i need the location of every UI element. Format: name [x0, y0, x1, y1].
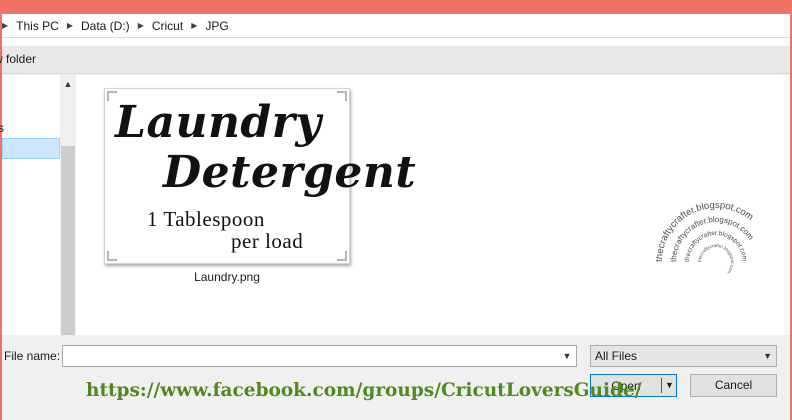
file-type-select[interactable]: All Files ▼ — [590, 345, 777, 367]
new-folder-button[interactable]: w folder — [0, 52, 36, 66]
toolbar: w folder — [0, 46, 790, 74]
breadcrumb-this-pc[interactable]: This PC — [16, 19, 59, 33]
thumbnail-text-line: Detergent — [163, 147, 417, 198]
cancel-button[interactable]: Cancel — [690, 374, 777, 397]
chevron-down-icon: ▼ — [763, 351, 772, 361]
nav-item-partial[interactable]: s — [0, 121, 4, 135]
thumbnail-text-line: Laundry — [115, 97, 322, 148]
chevron-right-icon[interactable]: ▶ — [191, 21, 197, 30]
corner-ornament — [107, 251, 117, 261]
navigation-scrollbar[interactable]: ▲ — [60, 75, 76, 335]
chevron-up-icon[interactable]: ▲ — [60, 77, 76, 91]
file-thumbnail-laundry[interactable]: Laundry Detergent 1 Tablespoon per load — [104, 88, 416, 264]
split-divider — [661, 378, 662, 393]
navigation-pane[interactable]: s — [0, 75, 60, 335]
file-name-input[interactable] — [62, 345, 577, 367]
address-bar-gap — [2, 38, 790, 46]
chevron-down-icon[interactable]: ▼ — [558, 346, 576, 366]
chevron-right-icon[interactable]: ▶ — [2, 21, 8, 30]
watermark-spiral: thecraftycrafter.blogspot.com thecraftyc… — [656, 202, 756, 275]
file-name-label-text: File name: — [4, 349, 61, 363]
thumbnail-text-line: per load — [231, 229, 304, 253]
window-frame-top — [0, 0, 792, 14]
watermark-ring: thecraftycrafter.blogspot.com — [697, 243, 735, 275]
corner-ornament — [337, 91, 347, 101]
corner-ornament — [337, 251, 347, 261]
breadcrumb-cricut[interactable]: Cricut — [152, 19, 183, 33]
chevron-right-icon[interactable]: ▶ — [138, 21, 144, 30]
watermark-text: thecraftycrafter.blogspot.com — [697, 243, 735, 275]
scrollbar-thumb[interactable] — [61, 146, 75, 335]
breadcrumb-data-drive[interactable]: Data (D:) — [81, 19, 130, 33]
nav-item-selected[interactable] — [2, 138, 60, 159]
facebook-group-link[interactable]: https://www.facebook.com/groups/CricutLo… — [86, 380, 642, 401]
chevron-right-icon[interactable]: ▶ — [67, 21, 73, 30]
address-bar[interactable]: ▶ This PC ▶ Data (D:) ▶ Cricut ▶ JPG — [2, 14, 790, 38]
file-name-label[interactable]: Laundry.png — [104, 270, 350, 284]
chevron-down-icon[interactable]: ▼ — [663, 375, 676, 396]
file-type-selected: All Files — [595, 349, 638, 363]
breadcrumb-jpg[interactable]: JPG — [205, 19, 228, 33]
